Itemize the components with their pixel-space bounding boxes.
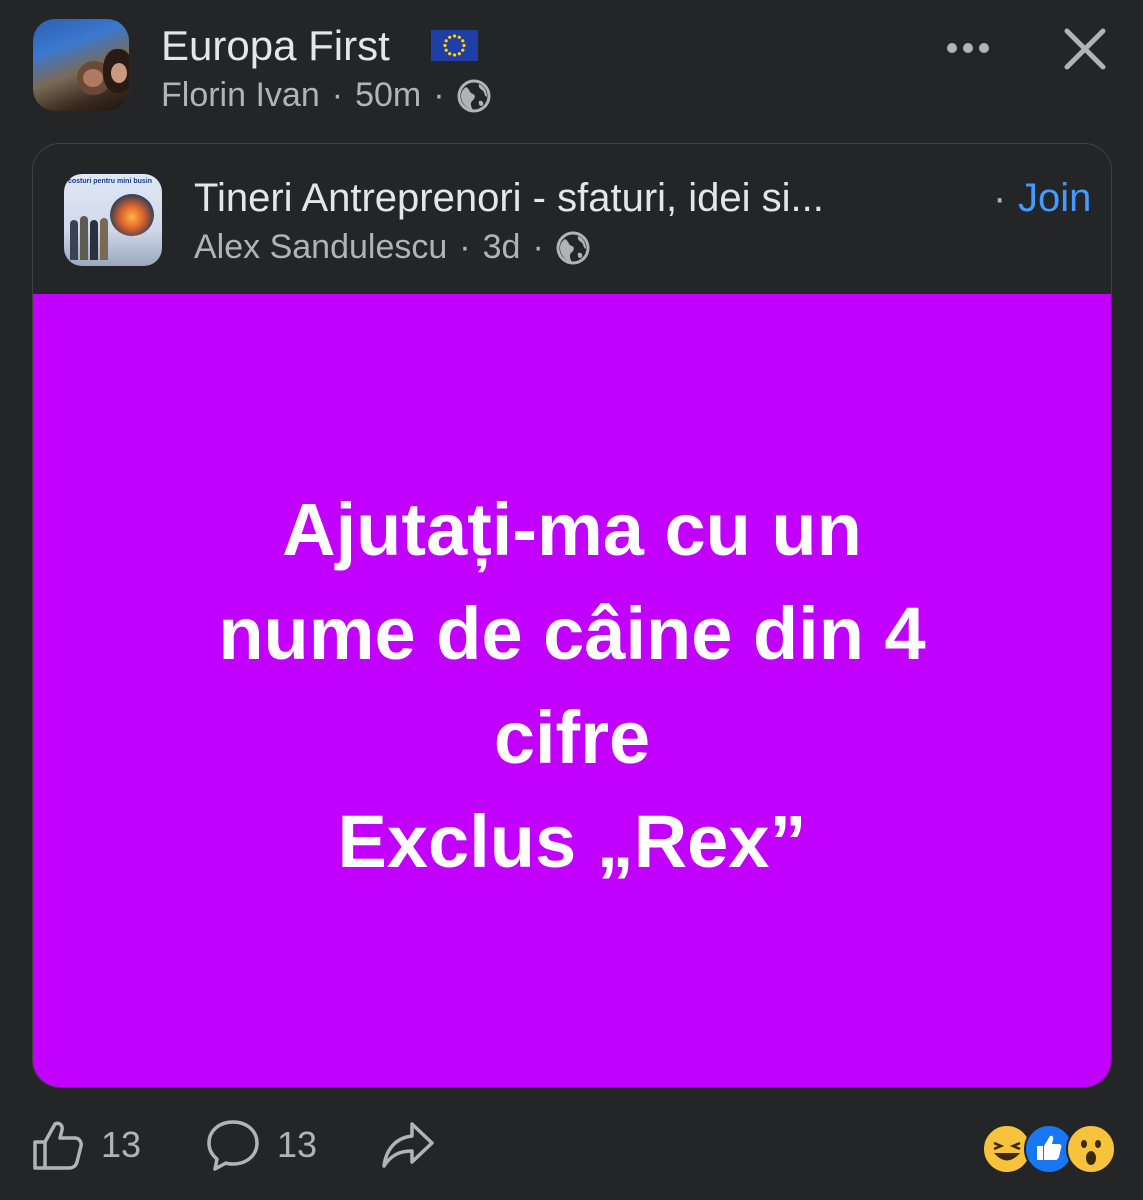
shared-post-time[interactable]: 3d [483,228,521,267]
like-button[interactable]: 13 [31,1118,141,1172]
post-header: Europa First Florin Ivan · 50m · [0,0,1143,130]
eu-flag-icon [431,30,478,61]
like-count: 13 [101,1124,142,1165]
wow-reaction-icon [1066,1124,1116,1174]
author-name[interactable]: Florin Ivan [161,76,320,115]
close-icon[interactable] [1062,26,1108,72]
share-icon [382,1122,434,1168]
post-time[interactable]: 50m [355,76,421,115]
globe-icon [457,79,491,113]
meta-separator: · [331,76,344,114]
group-avatar[interactable]: costuri pentru mini busin [64,174,162,266]
share-button[interactable] [380,1118,436,1172]
more-options-icon[interactable] [944,36,992,60]
post-content[interactable]: Ajutați-ma cu un nume de câine din 4 cif… [33,294,1111,1087]
page-name[interactable]: Europa First [161,22,390,70]
post-actions-bar: 13 13 [0,1100,1143,1200]
shared-author-name[interactable]: Alex Sandulescu [194,228,447,267]
shared-post-header: costuri pentru mini busin Tineri Antrepr… [33,144,1111,294]
page-avatar[interactable] [33,19,129,111]
meta-separator: · [993,176,1007,220]
join-group-button[interactable]: Join [1018,176,1091,221]
group-name[interactable]: Tineri Antreprenori - sfaturi, idei si..… [194,176,824,221]
post-meta: Florin Ivan · 50m · [161,76,491,115]
meta-separator: · [433,76,445,114]
comment-count: 13 [277,1124,318,1165]
group-avatar-caption: costuri pentru mini busin [68,178,153,185]
meta-separator: · [459,228,471,266]
comment-icon [207,1120,259,1171]
meta-separator: · [532,228,544,266]
comment-button[interactable]: 13 [205,1118,317,1172]
shared-post-meta: Alex Sandulescu · 3d · [194,228,590,267]
globe-icon [556,231,590,265]
thumbs-up-icon [33,1121,83,1170]
shared-post-card[interactable]: costuri pentru mini busin Tineri Antrepr… [32,143,1112,1088]
post-text: Ajutați-ma cu un nume de câine din 4 cif… [218,487,926,883]
reactions-summary[interactable] [982,1124,1116,1174]
